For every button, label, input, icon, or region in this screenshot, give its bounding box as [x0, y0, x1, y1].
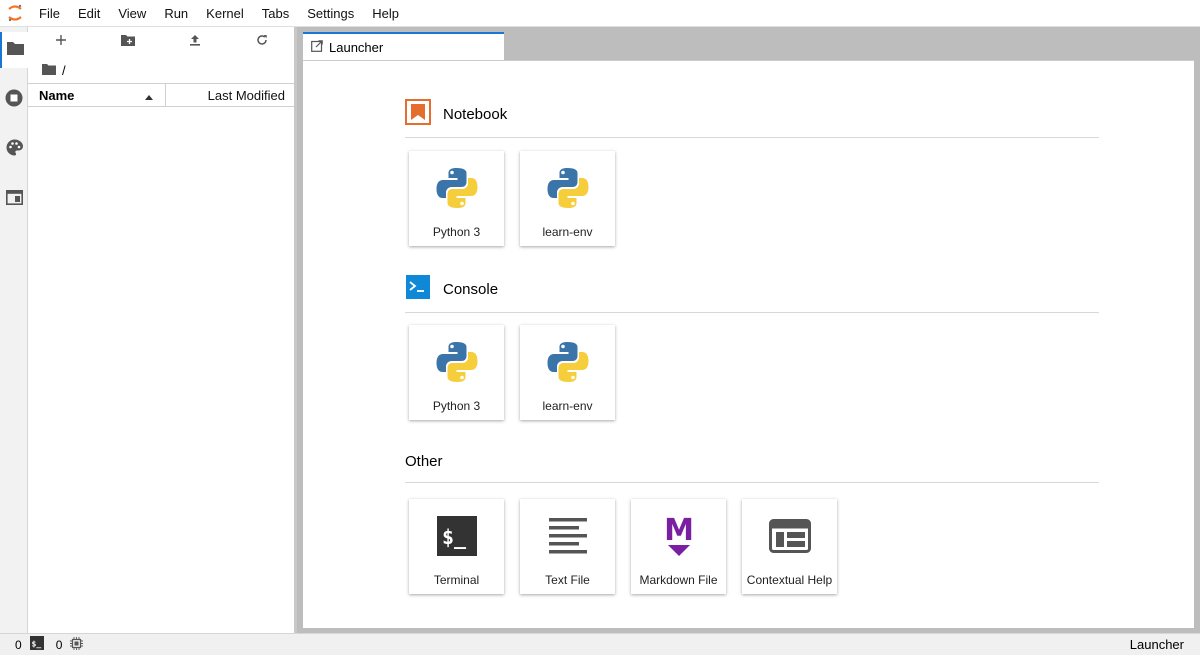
- menu-bar: File Edit View Run Kernel Tabs Settings …: [0, 0, 1200, 27]
- contextual-help-icon: [767, 513, 813, 559]
- python-logo-icon: [545, 165, 591, 211]
- upload-button[interactable]: [162, 27, 229, 57]
- new-launcher-button[interactable]: [28, 27, 95, 57]
- jupyter-logo-icon[interactable]: [0, 0, 30, 27]
- console-section-header: Console: [405, 274, 1099, 313]
- console-section-title: Console: [443, 280, 499, 298]
- terminal-icon: $_: [29, 636, 44, 653]
- sort-ascending-icon: [145, 88, 153, 103]
- file-browser-panel: / Name Last Modified: [28, 27, 295, 633]
- name-column-header[interactable]: Name: [28, 84, 166, 106]
- terminal-card[interactable]: $_ Terminal: [409, 499, 504, 594]
- status-bar: 0 $_ 0 Launcher: [0, 633, 1200, 655]
- menu-edit[interactable]: Edit: [69, 0, 109, 27]
- status-active-label: Launcher: [1129, 637, 1184, 652]
- theme-tab[interactable]: [0, 132, 28, 168]
- notebook-section-title: Notebook: [443, 105, 508, 123]
- terminal-icon: $_: [434, 513, 480, 559]
- file-browser-toolbar: [28, 27, 295, 57]
- menu-help[interactable]: Help: [363, 0, 408, 27]
- text-file-icon: [545, 513, 591, 559]
- tabs-icon: [5, 190, 23, 210]
- plus-icon: [55, 33, 67, 51]
- launcher-panel: Notebook Python 3 learn-env Console Pyth…: [303, 60, 1194, 628]
- menu-view[interactable]: View: [109, 0, 155, 27]
- contextual-help-card[interactable]: Contextual Help: [742, 499, 837, 594]
- name-column-label: Name: [39, 87, 75, 103]
- python-logo-icon: [434, 165, 480, 211]
- python-logo-icon: [434, 339, 480, 385]
- status-left: 0 $_ 0: [0, 636, 84, 653]
- notebook-cards: Python 3 learn-env: [409, 151, 615, 246]
- markdown-icon: M: [656, 513, 702, 559]
- last-modified-column-header[interactable]: Last Modified: [166, 84, 295, 106]
- python-logo-icon: [545, 339, 591, 385]
- card-label: Markdown File: [639, 573, 718, 587]
- card-label: Text File: [545, 573, 590, 587]
- console-icon: [405, 274, 431, 304]
- open-tabs-tab[interactable]: [0, 182, 28, 218]
- other-section-title: Other: [405, 453, 443, 470]
- main-dock-area: Launcher Notebook Python 3 learn-env Con…: [297, 27, 1200, 633]
- refresh-button[interactable]: [228, 27, 295, 57]
- card-label: learn-env: [542, 225, 593, 239]
- terminals-count[interactable]: 0: [15, 638, 22, 652]
- card-label: Python 3: [432, 399, 481, 413]
- tab-bar: Launcher: [297, 27, 1200, 60]
- new-folder-button[interactable]: [95, 27, 162, 57]
- card-label: Contextual Help: [746, 573, 833, 587]
- card-label: Python 3: [432, 225, 481, 239]
- menu-settings[interactable]: Settings: [298, 0, 363, 27]
- breadcrumb-root[interactable]: /: [62, 63, 66, 78]
- launcher-tab-icon: [311, 39, 323, 55]
- notebook-learn-env-card[interactable]: learn-env: [520, 151, 615, 246]
- text-file-card[interactable]: Text File: [520, 499, 615, 594]
- kernel-chip-icon: [70, 636, 84, 653]
- file-browser-tab[interactable]: [0, 32, 28, 68]
- last-modified-column-label: Last Modified: [207, 87, 285, 103]
- tab-label: Launcher: [329, 39, 384, 55]
- svg-text:M: M: [664, 514, 694, 548]
- new-folder-icon: [121, 33, 136, 51]
- menu-tabs[interactable]: Tabs: [253, 0, 298, 27]
- activity-bar: [0, 27, 28, 633]
- console-cards: Python 3 learn-env: [409, 325, 615, 420]
- menu-kernel[interactable]: Kernel: [197, 0, 253, 27]
- running-sessions-tab[interactable]: [0, 82, 28, 118]
- kernels-count[interactable]: 0: [56, 638, 63, 652]
- console-python3-card[interactable]: Python 3: [409, 325, 504, 420]
- card-label: Terminal: [433, 573, 480, 587]
- notebook-icon: [405, 99, 431, 129]
- menu-file[interactable]: File: [30, 0, 69, 27]
- file-list-header: Name Last Modified: [28, 83, 295, 107]
- refresh-icon: [256, 33, 268, 51]
- console-learn-env-card[interactable]: learn-env: [520, 325, 615, 420]
- tab-launcher[interactable]: Launcher: [303, 32, 504, 60]
- markdown-file-card[interactable]: M Markdown File: [631, 499, 726, 594]
- card-label: learn-env: [542, 399, 593, 413]
- menu-run[interactable]: Run: [155, 0, 197, 27]
- palette-icon: [6, 139, 23, 161]
- notebook-section-header: Notebook: [405, 99, 1099, 138]
- upload-icon: [189, 33, 201, 51]
- other-cards: $_ Terminal Text File M Markdown File Co…: [409, 499, 837, 594]
- folder-icon: [6, 41, 24, 60]
- breadcrumb: /: [28, 57, 295, 83]
- other-section-header: Other: [405, 453, 1099, 483]
- svg-text:$_: $_: [442, 525, 467, 549]
- svg-text:$_: $_: [31, 640, 41, 649]
- folder-icon[interactable]: [42, 63, 56, 78]
- running-icon: [5, 89, 23, 112]
- notebook-python3-card[interactable]: Python 3: [409, 151, 504, 246]
